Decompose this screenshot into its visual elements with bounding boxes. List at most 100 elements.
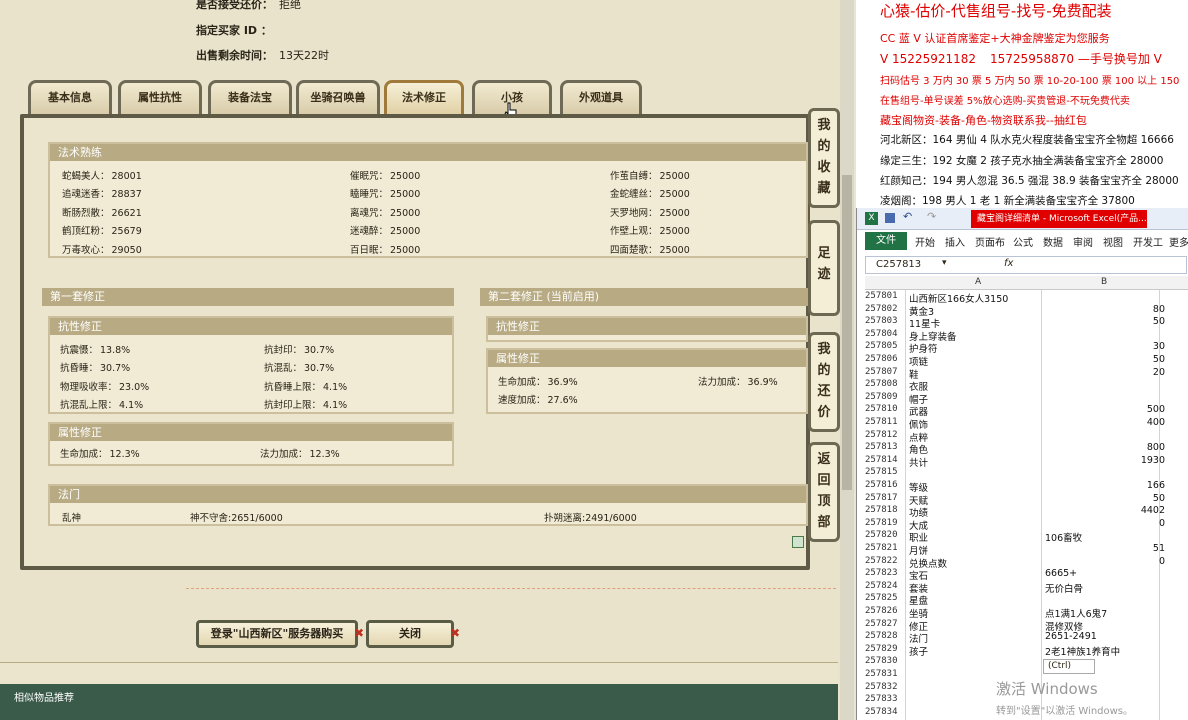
tab-equipment[interactable]: 装备法宝 <box>208 80 292 114</box>
row-number[interactable]: 257806 <box>865 354 905 364</box>
table-row[interactable]: 257818 功绩 4402 <box>865 505 1188 519</box>
row-number[interactable]: 257802 <box>865 304 905 314</box>
paste-options-button[interactable]: (Ctrl) <box>1043 659 1095 674</box>
name-box[interactable]: C257813 <box>876 259 921 270</box>
table-row[interactable]: 257814 共计 1930 <box>865 455 1188 469</box>
row-number[interactable]: 257823 <box>865 568 905 578</box>
row-number[interactable]: 257824 <box>865 581 905 591</box>
row-number[interactable]: 257805 <box>865 341 905 351</box>
row-number[interactable]: 257833 <box>865 694 905 704</box>
row-number[interactable]: 257822 <box>865 556 905 566</box>
column-a-header[interactable]: A <box>975 277 981 287</box>
close-button[interactable]: 关闭 <box>366 620 454 648</box>
cell-b[interactable]: 50 <box>1045 354 1165 365</box>
table-row[interactable]: 257820 职业 106畜牧 <box>865 530 1188 544</box>
table-row[interactable]: 257829 孩子 2老1神族1养育中 <box>865 644 1188 658</box>
table-row[interactable]: 257803 11星卡 50 <box>865 316 1188 330</box>
row-number[interactable]: 257832 <box>865 682 905 692</box>
cell-b[interactable]: 50 <box>1045 493 1165 504</box>
undo-icon[interactable]: ↶ <box>903 210 912 223</box>
row-number[interactable]: 257831 <box>865 669 905 679</box>
row-number[interactable]: 257826 <box>865 606 905 616</box>
row-number[interactable]: 257813 <box>865 442 905 452</box>
table-row[interactable]: 257805 护身符 30 <box>865 341 1188 355</box>
ribbon-tab-home[interactable]: 开始 <box>915 234 935 249</box>
row-number[interactable]: 257829 <box>865 644 905 654</box>
table-row[interactable]: 257815 <box>865 467 1188 480</box>
ribbon-tab-review[interactable]: 审阅 <box>1073 234 1093 249</box>
cell-b[interactable]: 51 <box>1045 543 1165 554</box>
fx-icon[interactable]: fx <box>1004 258 1013 269</box>
row-number[interactable]: 257808 <box>865 379 905 389</box>
formula-bar[interactable]: C257813 ▾ fx <box>865 256 1187 274</box>
tab-basic-info[interactable]: 基本信息 <box>28 80 112 114</box>
cell-b[interactable]: 400 <box>1045 417 1165 428</box>
table-row[interactable]: 257830 <box>865 656 1188 669</box>
cell-b[interactable]: 800 <box>1045 442 1165 453</box>
chevron-down-icon[interactable]: ▾ <box>942 258 947 268</box>
row-number[interactable]: 257816 <box>865 480 905 490</box>
table-row[interactable]: 257819 大成 0 <box>865 518 1188 532</box>
cell-b[interactable]: 6665+ <box>1045 568 1165 579</box>
row-number[interactable]: 257830 <box>865 656 905 666</box>
row-number[interactable]: 257803 <box>865 316 905 326</box>
table-row[interactable]: 257816 等级 166 <box>865 480 1188 494</box>
cell-b[interactable]: 500 <box>1045 404 1165 415</box>
side-nav-back-top[interactable]: 返回顶部 <box>808 442 840 542</box>
table-row[interactable]: 257809 帽子 <box>865 392 1188 406</box>
table-row[interactable]: 257825 星盘 <box>865 593 1188 607</box>
ribbon-tab-more[interactable]: 更多 <box>1169 234 1188 249</box>
ribbon-tab-file[interactable]: 文件 <box>865 232 907 250</box>
table-row[interactable]: 257802 黄金3 80 <box>865 304 1188 318</box>
cell-b[interactable]: 0 <box>1045 518 1165 529</box>
tab-mount-summon[interactable]: 坐骑召唤兽 <box>296 80 380 114</box>
table-row[interactable]: 257810 武器 500 <box>865 404 1188 418</box>
table-row[interactable]: 257827 修正 混修双修 <box>865 619 1188 633</box>
table-row[interactable]: 257823 宝石 6665+ <box>865 568 1188 582</box>
row-number[interactable]: 257815 <box>865 467 905 477</box>
row-number[interactable]: 257825 <box>865 593 905 603</box>
cell-b[interactable]: 4402 <box>1045 505 1165 516</box>
side-nav-favorites[interactable]: 我的收藏 <box>808 108 840 208</box>
ribbon-tab-insert[interactable]: 插入 <box>945 234 965 249</box>
table-row[interactable]: 257807 鞋 20 <box>865 367 1188 381</box>
cell-b[interactable]: 2651-2491 <box>1045 631 1165 642</box>
row-number[interactable]: 257828 <box>865 631 905 641</box>
cell-b[interactable]: 50 <box>1045 316 1165 327</box>
table-row[interactable]: 257813 角色 800 <box>865 442 1188 456</box>
table-row[interactable]: 257824 套装 无价白骨 <box>865 581 1188 595</box>
row-number[interactable]: 257834 <box>865 707 905 717</box>
row-number[interactable]: 257818 <box>865 505 905 515</box>
ribbon-tab-layout[interactable]: 页面布 <box>975 234 1005 249</box>
tab-appearance[interactable]: 外观道具 <box>560 80 642 114</box>
row-number[interactable]: 257807 <box>865 367 905 377</box>
table-row[interactable]: 257826 坐骑 点1满1人6鬼7 <box>865 606 1188 620</box>
side-nav-footprint[interactable]: 足迹 <box>808 220 840 316</box>
row-number[interactable]: 257817 <box>865 493 905 503</box>
cell-b[interactable]: 1930 <box>1045 455 1165 466</box>
spreadsheet-icon[interactable] <box>792 536 804 548</box>
row-number[interactable]: 257820 <box>865 530 905 540</box>
table-row[interactable]: 257822 兑换点数 0 <box>865 556 1188 570</box>
tab-attribute-resist[interactable]: 属性抗性 <box>118 80 202 114</box>
row-number[interactable]: 257819 <box>865 518 905 528</box>
redo-icon[interactable]: ↷ <box>927 210 936 223</box>
row-number[interactable]: 257814 <box>865 455 905 465</box>
cell-b[interactable]: 30 <box>1045 341 1165 352</box>
row-number[interactable]: 257811 <box>865 417 905 427</box>
row-number[interactable]: 257821 <box>865 543 905 553</box>
ribbon-tab-data[interactable]: 数据 <box>1043 234 1063 249</box>
table-row[interactable]: 257828 法门 2651-2491 <box>865 631 1188 645</box>
tab-spell-correction[interactable]: 法术修正 <box>384 80 464 114</box>
row-number[interactable]: 257810 <box>865 404 905 414</box>
table-row[interactable]: 257801 山西新区166女人3150 <box>865 291 1188 305</box>
table-row[interactable]: 257804 身上穿装备 <box>865 329 1188 343</box>
ribbon-tab-view[interactable]: 视图 <box>1103 234 1123 249</box>
row-number[interactable]: 257812 <box>865 430 905 440</box>
cell-b[interactable]: 80 <box>1045 304 1165 315</box>
cell-b[interactable]: 20 <box>1045 367 1165 378</box>
row-number[interactable]: 257804 <box>865 329 905 339</box>
ribbon-tab-formulas[interactable]: 公式 <box>1013 234 1033 249</box>
cell-b[interactable]: 166 <box>1045 480 1165 491</box>
buy-on-server-button[interactable]: 登录"山西新区"服务器购买 <box>196 620 358 648</box>
